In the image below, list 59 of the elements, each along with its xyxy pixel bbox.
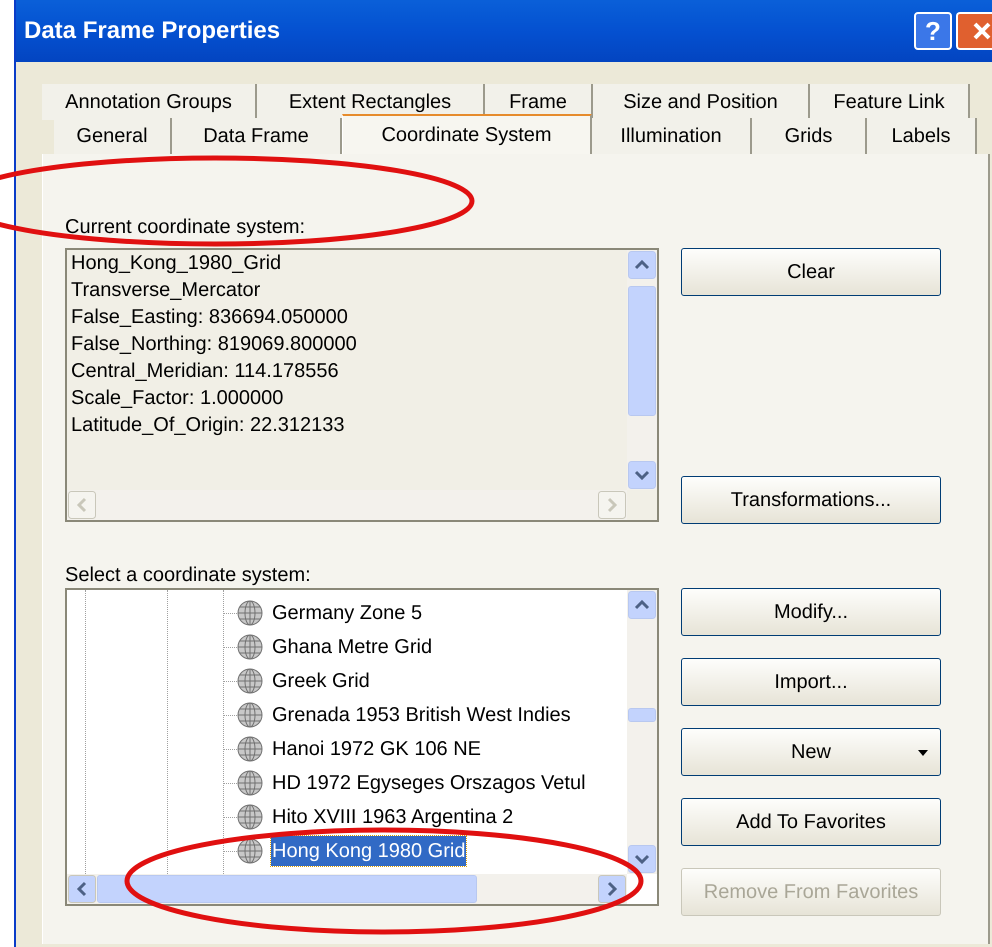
text-line: Hong_Kong_1980_Grid [71,251,282,276]
close-button[interactable] [956,12,992,50]
tab[interactable]: Labels [867,118,977,154]
coordinate-tree[interactable]: Germany Zone 5 Ghana Metre Grid Greek Grid Grenada 1953 British West Indies Hanoi 1972 GK 106 NE HD 1972 Egyseges Orszagos Vetul Hito XVIII 1963 Argentina 2 Hong Kong 1980 Grid [65,588,659,906]
globe-icon [237,668,263,694]
globe-icon [237,600,263,626]
tab[interactable]: Illumination [592,118,752,154]
globe-icon [237,702,263,728]
text-line: False_Easting: 836694.050000 [71,305,349,330]
vertical-scrollbar[interactable] [627,250,657,490]
globe-icon [237,838,263,864]
tab[interactable]: Annotation Groups [42,84,257,120]
section-label: Select a coordinate system: [65,563,312,588]
horizontal-scrollbar[interactable] [67,874,627,904]
tab[interactable]: Coordinate System [342,114,592,154]
window-title: Data Frame Properties [24,16,282,46]
scroll-down-icon[interactable] [628,461,656,489]
vertical-scrollbar[interactable] [627,590,657,874]
globe-icon [237,804,263,830]
tab[interactable]: Size and Position [593,84,810,120]
dialog-button[interactable]: Add To Favorites [681,798,941,846]
caret-icon [918,750,928,756]
tree-item[interactable]: Grenada 1953 British West Indies [271,700,572,730]
tree-item[interactable]: Greek Grid [271,666,371,696]
globe-icon [237,736,263,762]
scroll-left-icon[interactable] [68,875,96,903]
help-button[interactable]: ? [914,12,952,50]
tree-item[interactable]: Germany Zone 5 [271,598,424,628]
close-icon [972,21,992,41]
text-line: Latitude_Of_Origin: 22.312133 [71,413,346,438]
dropdown-button[interactable]: New [681,728,941,776]
tree-item[interactable]: HD 1972 Egyseges Orszagos Vetul [271,768,587,798]
tab[interactable]: Grids [752,118,867,154]
scroll-right-icon[interactable] [598,875,626,903]
dialog-button[interactable]: Transformations... [681,476,941,524]
tab[interactable]: General [54,118,172,154]
scroll-up-icon[interactable] [628,591,656,619]
scroll-down-icon[interactable] [628,845,656,873]
tree-item[interactable]: Hito XVIII 1963 Argentina 2 [271,802,514,832]
globe-icon [237,634,263,660]
text-line: Central_Meridian: 114.178556 [71,359,340,384]
scroll-thumb[interactable] [97,875,477,903]
scroll-thumb[interactable] [628,708,656,722]
tab[interactable]: Feature Link [810,84,970,120]
globe-icon [237,770,263,796]
section-label: Current coordinate system: [65,215,306,240]
dialog-button[interactable]: Import... [681,658,941,706]
text-line: Transverse_Mercator [71,278,262,303]
scroll-up-icon[interactable] [628,251,656,279]
text-line: False_Northing: 819069.800000 [71,332,358,357]
coordinate-text-box[interactable]: Hong_Kong_1980_Grid Transverse_Mercator False_Easting: 836694.050000 False_Northing: 819069.800000 Central_Meridian: 114.178556 Scale_Factor: 1.000000 Latitude_Of_Origin: 22.312133 [65,248,659,522]
tree-item[interactable]: Ghana Metre Grid [271,632,434,662]
dialog-button[interactable]: Modify... [681,588,941,636]
tree-item[interactable]: Hong Kong 1980 Grid [271,836,466,866]
text-line: Scale_Factor: 1.000000 [71,386,284,411]
scroll-thumb[interactable] [628,286,656,416]
dialog-button[interactable]: Clear [681,248,941,296]
tree-item[interactable]: Hanoi 1972 GK 106 NE [271,734,482,764]
tab[interactable]: Data Frame [172,118,342,154]
